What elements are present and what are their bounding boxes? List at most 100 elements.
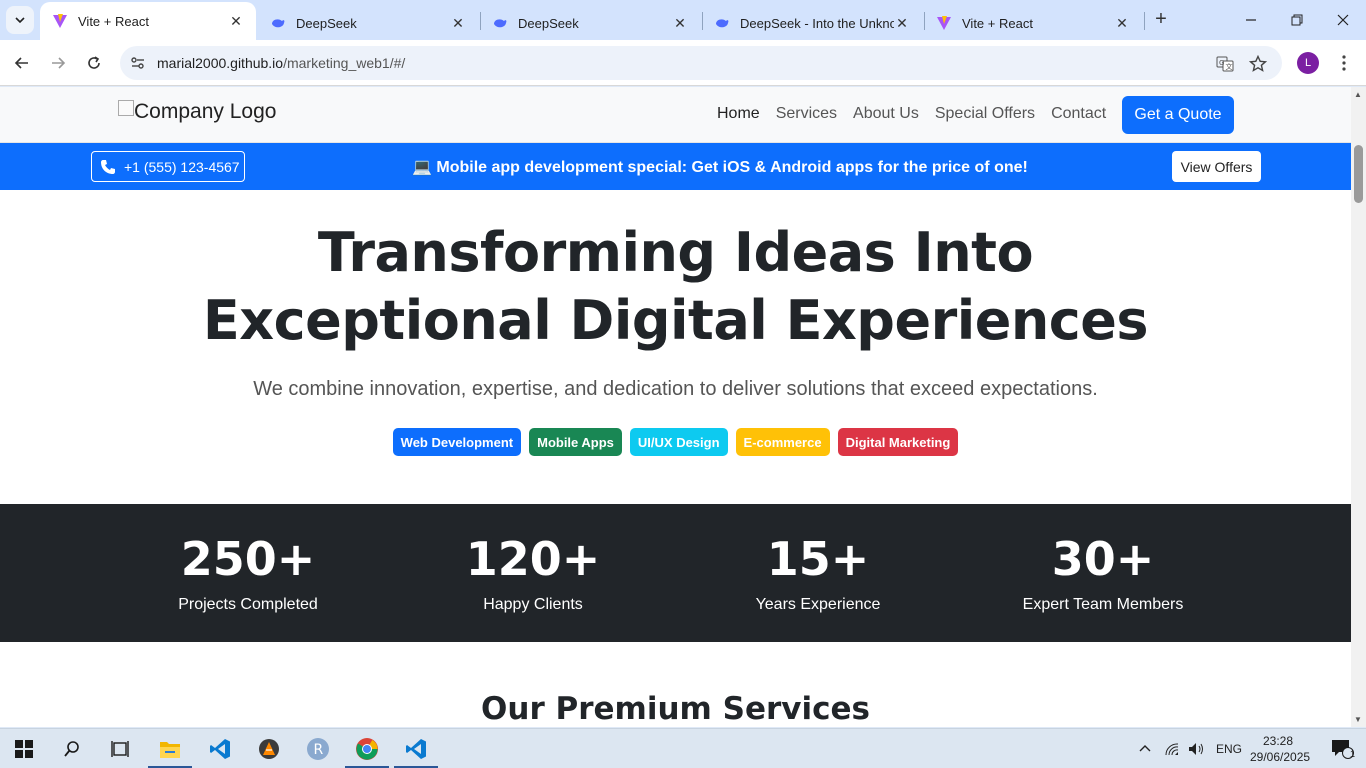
restore-icon: [1291, 14, 1303, 26]
badge-digital-marketing: Digital Marketing: [837, 428, 959, 456]
address-bar[interactable]: marial2000.github.io/marketing_web1/#/ G…: [120, 46, 1282, 80]
reload-button[interactable]: [80, 49, 108, 77]
tab-deepseek-2[interactable]: DeepSeek ✕: [480, 6, 700, 40]
stat-value: 250+: [180, 532, 316, 586]
deepseek-icon: [270, 15, 286, 31]
back-button[interactable]: [8, 49, 36, 77]
nav-link-contact[interactable]: Contact: [1051, 105, 1106, 123]
volume-icon[interactable]: [1188, 742, 1206, 756]
company-logo[interactable]: Company Logo: [118, 100, 276, 124]
stat-clients: 120+ Happy Clients: [403, 532, 663, 614]
site-settings-icon[interactable]: [130, 55, 146, 71]
stat-team: 30+ Expert Team Members: [973, 532, 1233, 614]
site-navbar: Company Logo Home Services About Us Spec…: [0, 87, 1351, 143]
taskbar-file-explorer[interactable]: [146, 729, 194, 768]
stat-value: 15+: [766, 532, 870, 586]
stat-projects: 250+ Projects Completed: [118, 532, 378, 614]
hero-title-line-1: Transforming Ideas Into: [317, 221, 1034, 284]
nav-link-special-offers[interactable]: Special Offers: [935, 105, 1035, 123]
stat-label: Expert Team Members: [1022, 596, 1184, 613]
deepseek-icon: [714, 15, 730, 31]
forward-button[interactable]: [44, 49, 72, 77]
file-explorer-icon: [160, 742, 180, 758]
clock[interactable]: 23:28 29/06/2025: [1250, 733, 1311, 765]
tab-title: Vite + React: [78, 13, 149, 29]
services-section-title: Our Premium Services: [481, 691, 870, 727]
close-window-button[interactable]: [1320, 0, 1366, 40]
search-icon: [64, 741, 79, 757]
start-button[interactable]: [0, 729, 48, 768]
task-view-button[interactable]: [96, 729, 144, 768]
vite-icon: [936, 15, 952, 31]
hero-title: Transforming Ideas Into Exceptional Digi…: [0, 219, 1351, 355]
url-host: marial2000.github.io: [157, 55, 284, 71]
tab-search-button[interactable]: [6, 6, 34, 34]
profile-avatar[interactable]: L: [1297, 52, 1319, 74]
close-icon[interactable]: ✕: [1114, 15, 1130, 31]
broken-image-icon: [118, 100, 134, 116]
notification-count: 1: [1350, 749, 1356, 759]
scroll-down-icon[interactable]: ▼: [1354, 715, 1362, 724]
vscode-icon: [406, 739, 426, 759]
taskbar-vscode-2[interactable]: [392, 729, 440, 768]
hero-title-line-2: Exceptional Digital Experiences: [202, 289, 1149, 352]
bookmark-star-icon[interactable]: [1248, 54, 1268, 74]
translate-icon[interactable]: G文: [1215, 54, 1235, 74]
taskbar-r-app[interactable]: R: [294, 729, 342, 768]
tab-deepseek-3[interactable]: DeepSeek - Into the Unknow ✕: [702, 6, 922, 40]
tab-title: Vite + React: [962, 15, 1033, 31]
service-badges: Web Development Mobile Apps UI/UX Design…: [0, 428, 1351, 456]
nav-link-services[interactable]: Services: [776, 105, 837, 123]
svg-text:文: 文: [1226, 62, 1233, 71]
restore-button[interactable]: [1274, 0, 1320, 40]
stats-section: 250+ Projects Completed 120+ Happy Clien…: [0, 504, 1351, 642]
taskbar-chrome[interactable]: [343, 729, 391, 768]
system-tray: ENG: [1138, 729, 1242, 768]
chevron-up-icon[interactable]: [1138, 742, 1152, 756]
hero-subtitle: We combine innovation, expertise, and de…: [253, 378, 1098, 400]
tab-vite-react-2[interactable]: Vite + React ✕: [924, 6, 1142, 40]
new-tab-button[interactable]: +: [1150, 8, 1172, 30]
minimize-button[interactable]: [1228, 0, 1274, 40]
tab-title: DeepSeek - Into the Unknow: [740, 15, 894, 31]
arrow-left-icon: [14, 57, 28, 69]
promo-message: 💻 Mobile app development special: Get iO…: [412, 159, 1028, 176]
close-icon[interactable]: ✕: [450, 15, 466, 31]
taskbar-vlc[interactable]: [245, 729, 293, 768]
url-text: marial2000.github.io/marketing_web1/#/: [157, 55, 405, 71]
view-offers-button[interactable]: View Offers: [1172, 151, 1261, 182]
close-icon[interactable]: ✕: [894, 15, 910, 31]
close-icon: [1337, 14, 1349, 26]
scroll-up-icon[interactable]: ▲: [1354, 90, 1362, 99]
browser-toolbar: marial2000.github.io/marketing_web1/#/ G…: [0, 40, 1366, 86]
phone-button[interactable]: +1 (555) 123-4567: [91, 151, 245, 182]
network-icon[interactable]: [1164, 742, 1180, 756]
tab-title: DeepSeek: [518, 15, 579, 31]
badge-ui-ux-design: UI/UX Design: [629, 428, 728, 456]
taskbar-search-button[interactable]: [48, 729, 96, 768]
tab-separator: [1144, 12, 1145, 30]
badge-web-development: Web Development: [392, 428, 522, 456]
notifications-button[interactable]: 1: [1318, 729, 1366, 768]
menu-kebab-icon[interactable]: [1334, 52, 1354, 74]
arrow-right-icon: [52, 57, 66, 69]
nav-link-home[interactable]: Home: [717, 105, 760, 123]
get-quote-button[interactable]: Get a Quote: [1122, 96, 1234, 134]
tab-vite-react[interactable]: Vite + React ✕: [40, 2, 256, 40]
language-indicator[interactable]: ENG: [1216, 742, 1242, 756]
tab-deepseek-1[interactable]: DeepSeek ✕: [258, 6, 478, 40]
clock-date: 29/06/2025: [1250, 750, 1311, 764]
nav-links: Home Services About Us Special Offers Co…: [717, 105, 1122, 123]
close-icon[interactable]: ✕: [672, 15, 688, 31]
nav-link-about-us[interactable]: About Us: [853, 105, 919, 123]
taskbar-vscode[interactable]: [196, 729, 244, 768]
task-view-icon: [111, 741, 129, 757]
scrollbar-thumb[interactable]: [1354, 145, 1363, 203]
tab-strip: Vite + React ✕ DeepSeek ✕ DeepSeek ✕ Dee…: [0, 0, 1366, 40]
badge-e-commerce: E-commerce: [735, 428, 830, 456]
windows-start-icon: [15, 740, 33, 758]
stat-label: Years Experience: [755, 596, 881, 613]
svg-text:G: G: [1219, 59, 1224, 67]
page-scrollbar[interactable]: ▲ ▼: [1351, 87, 1366, 727]
close-icon[interactable]: ✕: [228, 13, 244, 29]
